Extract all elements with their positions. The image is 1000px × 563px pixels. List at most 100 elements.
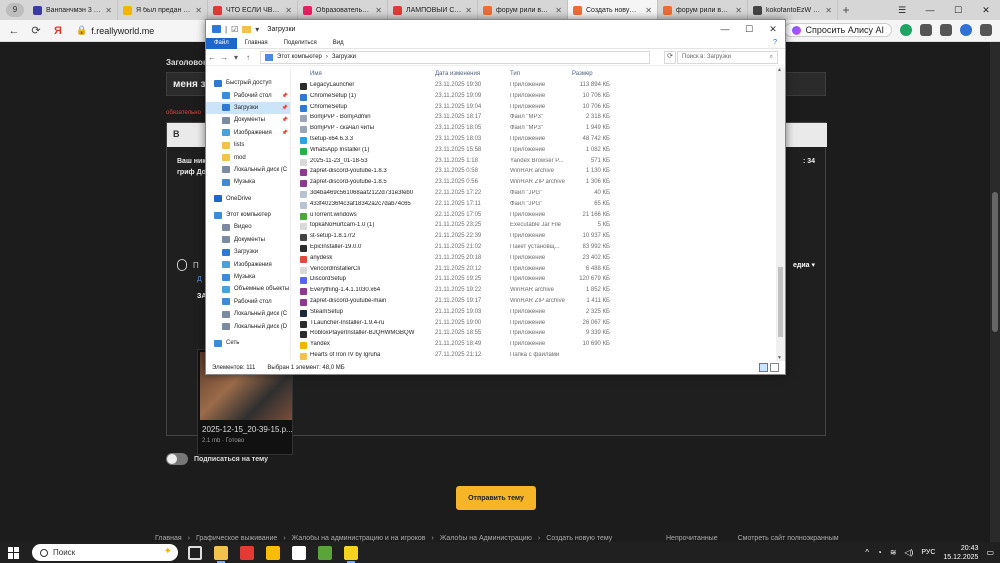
file-row[interactable]: 433f40236f4c3af18342a2c7dab74c65 22.11.20…: [296, 200, 776, 211]
explorer-path-bar[interactable]: Этот компьютер › Загрузки: [260, 50, 650, 64]
subscribe-toggle[interactable]: [166, 453, 188, 465]
column-date[interactable]: Дата изменения: [435, 71, 480, 77]
file-row[interactable]: tsetup-x64.6.3.3 23.11.2025 18:03 Приложен…: [296, 135, 776, 146]
chevron-down-icon[interactable]: ▾: [255, 25, 259, 34]
tab-close-icon[interactable]: ✕: [195, 6, 202, 15]
tab-close-icon[interactable]: ✕: [825, 6, 832, 15]
breadcrumb-link[interactable]: Жалобы на администрацию и на игроков: [292, 535, 426, 542]
nav-item[interactable]: Рабочий стол 📌: [206, 89, 290, 101]
file-row[interactable]: DiscordSetup 21.11.2025 19:25 Приложение 12…: [296, 275, 776, 286]
file-row[interactable]: WhatsApp Installer (1) 23.11.2025 15:58 Пр…: [296, 146, 776, 157]
file-row[interactable]: ChromeSetup (1) 23.11.2025 19:09 Приложени…: [296, 92, 776, 103]
file-row[interactable]: st-setup-1.8.17r2 21.11.2025 22:39 Приложе…: [296, 232, 776, 243]
tab-close-icon[interactable]: ✕: [465, 6, 472, 15]
nav-item[interactable]: Этот компьютер: [206, 209, 290, 221]
file-row[interactable]: BomjPvP - BomjAdmin 23.11.2025 18:17 Файл …: [296, 113, 776, 124]
explorer-icon[interactable]: [214, 545, 228, 563]
nav-item[interactable]: Локальный диск (C: [206, 308, 290, 320]
tab-close-icon[interactable]: ✕: [735, 6, 742, 15]
scroll-up-icon[interactable]: ▲: [777, 67, 782, 73]
extension-icon[interactable]: [940, 24, 952, 36]
file-row[interactable]: VencordInstallerCli 21.11.2025 20:12 Прило…: [296, 265, 776, 276]
nav-item[interactable]: Объемные объекты: [206, 283, 290, 295]
nav-item[interactable]: Сеть: [206, 337, 290, 349]
nav-item[interactable]: Изображения: [206, 258, 290, 270]
yandex-icon[interactable]: Я: [50, 25, 66, 37]
tab-menu-icon[interactable]: ☰: [888, 0, 916, 20]
forward-arrow-icon[interactable]: →: [218, 53, 230, 62]
browser-tab[interactable]: Я был предан товар ✕: [118, 0, 208, 20]
notification-icon[interactable]: ▭: [986, 548, 994, 557]
file-row[interactable]: EpicInstaller-19.0.0 21.11.2025 21:02 Паке…: [296, 243, 776, 254]
new-tab-button[interactable]: +: [838, 3, 854, 17]
recent-chevron-icon[interactable]: ▾: [230, 53, 242, 62]
tab-close-icon[interactable]: ✕: [105, 6, 112, 15]
chevron-up-icon[interactable]: ^: [865, 548, 869, 557]
tab-close-icon[interactable]: ✕: [645, 6, 652, 15]
file-row[interactable]: 2025-11-23_01-18-53 23.11.2025 1:18 Yandex…: [296, 157, 776, 168]
ribbon-tab[interactable]: Файл: [206, 37, 237, 49]
ribbon-tab[interactable]: Главная: [237, 38, 276, 49]
tab-close-icon[interactable]: ✕: [375, 6, 382, 15]
file-list-scroll-thumb[interactable]: [778, 267, 783, 337]
maximize-button[interactable]: ☐: [944, 0, 972, 20]
breadcrumb-link[interactable]: Графическое выживание: [196, 535, 277, 542]
file-row[interactable]: Yandex 21.11.2025 18:49 Приложение 10 690 К…: [296, 340, 776, 351]
tab-counter[interactable]: 9: [6, 3, 24, 17]
nav-item[interactable]: OneDrive: [206, 193, 290, 205]
nav-item[interactable]: Локальный диск (C: [206, 164, 290, 176]
help-icon[interactable]: ?: [773, 39, 777, 46]
attach-link[interactable]: Д: [197, 276, 202, 283]
file-row[interactable]: TLauncher-Installer-1.9.4-ru 21.11.2025 1…: [296, 319, 776, 330]
refresh-icon[interactable]: ⟳: [664, 51, 676, 64]
yandex-browser-icon[interactable]: [292, 545, 306, 560]
file-row[interactable]: 3d4ba469c561068aaf2122d731e3feb0 22.11.20…: [296, 189, 776, 200]
file-row[interactable]: zapret-discord-youtube-main 21.11.2025 19…: [296, 297, 776, 308]
nav-item[interactable]: mod: [206, 151, 290, 163]
file-row[interactable]: topkaNoHurtcam-1.0 (1) 21.11.2025 23:25 Ex…: [296, 221, 776, 232]
nav-item[interactable]: Быстрый доступ: [206, 77, 290, 89]
breadcrumb-link[interactable]: Главная: [155, 535, 182, 542]
file-row[interactable]: ChromeSetup 23.11.2025 19:04 Приложение 10 …: [296, 103, 776, 114]
refresh-icon[interactable]: ⟳: [28, 24, 44, 37]
taskview-icon[interactable]: [188, 545, 202, 560]
properties-icon[interactable]: ☑: [231, 25, 238, 34]
browser-tab[interactable]: форум рили ворлд ✕: [658, 0, 748, 20]
breadcrumb-link[interactable]: Создать новую тему: [546, 535, 612, 542]
explorer-search-input[interactable]: Поиск в: Загрузки ⌕: [677, 51, 778, 64]
tab-close-icon[interactable]: ✕: [285, 6, 292, 15]
large-icons-view-icon[interactable]: [770, 363, 779, 372]
browser-tab[interactable]: Образовательный п✕: [298, 0, 388, 20]
subscribe-toggle-row[interactable]: Подписаться на тему: [166, 453, 268, 465]
minecraft-icon[interactable]: [318, 545, 332, 560]
column-size[interactable]: Размер: [572, 71, 593, 77]
browser-tab[interactable]: kokofantoEzW - Reali ✕: [748, 0, 838, 20]
footer-link[interactable]: Смотреть сайт полноэкранным: [738, 535, 839, 542]
browser-tab[interactable]: Создать новую те ✕: [568, 0, 658, 20]
yandex-music-icon[interactable]: [240, 545, 254, 560]
nav-item[interactable]: Загрузки 📌: [206, 101, 290, 115]
nav-item[interactable]: lists: [206, 139, 290, 151]
volume-icon[interactable]: ◁): [905, 548, 914, 557]
footer-link[interactable]: Непрочитанные: [666, 535, 718, 542]
media-dropdown[interactable]: едиа ▾: [793, 261, 815, 269]
column-name[interactable]: Имя: [310, 71, 322, 77]
nav-item[interactable]: Документы 📌: [206, 114, 290, 126]
details-view-icon[interactable]: [759, 363, 768, 372]
app-yellow-icon[interactable]: [344, 545, 358, 563]
file-row[interactable]: Everything-1.4.1.1030.x64 21.11.2025 19:2…: [296, 286, 776, 297]
menu-icon[interactable]: [980, 24, 992, 36]
file-row[interactable]: LegacyLauncher 23.11.2025 19:30 Приложение…: [296, 81, 776, 92]
file-row[interactable]: anydesk 21.11.2025 20:18 Приложение 23 402 …: [296, 254, 776, 265]
language-indicator[interactable]: РУС: [921, 549, 935, 556]
explorer-maximize-button[interactable]: ☐: [737, 20, 761, 38]
file-row[interactable]: zapret-discord-youtube-1.8.3 23.11.2025 0…: [296, 167, 776, 178]
browser-tab[interactable]: Ванпанчмэн 3 сезон ✕: [28, 0, 118, 20]
adguard-icon[interactable]: [900, 24, 912, 36]
chrome-icon[interactable]: [266, 545, 280, 560]
windows-start-icon[interactable]: [8, 546, 20, 559]
browser-tab[interactable]: форум рили ворлд - ✕: [478, 0, 568, 20]
back-arrow-icon[interactable]: ←: [206, 53, 218, 62]
ribbon-tab[interactable]: Поделиться: [276, 38, 325, 49]
page-scroll-thumb[interactable]: [992, 192, 998, 332]
